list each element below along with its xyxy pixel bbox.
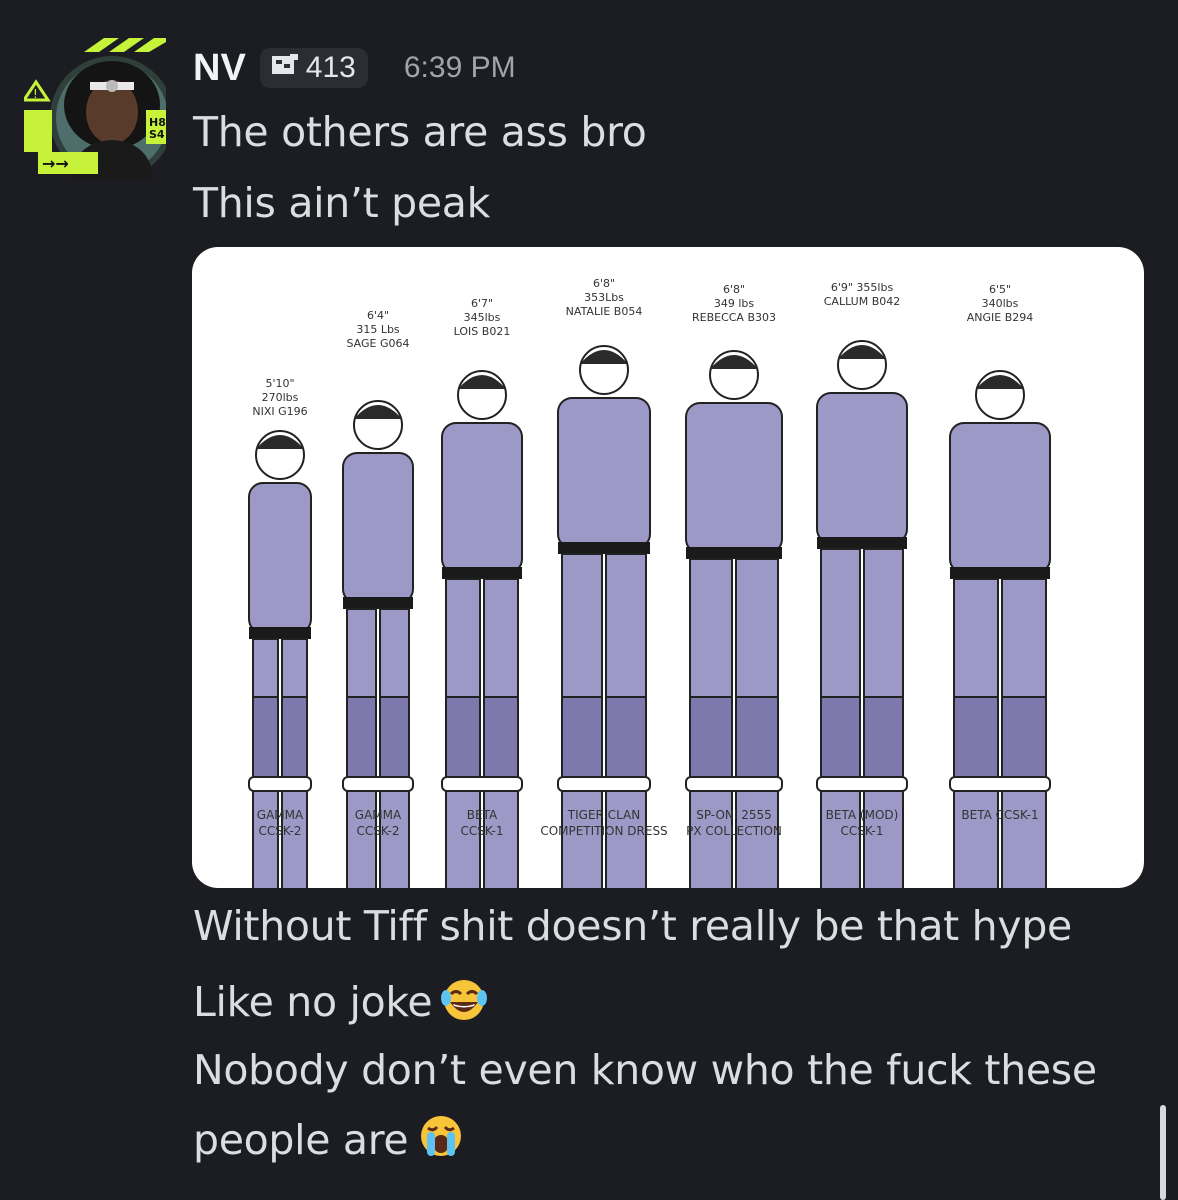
message-line-with-emoji: Like no joke [193, 978, 488, 1029]
server-tag[interactable]: 413 [259, 48, 368, 88]
tag-count: 413 [305, 51, 356, 84]
character-stat-label: 340lbs [982, 297, 1019, 310]
character-stat-label: 353Lbs [584, 291, 624, 304]
outfit-label: SP-ONI 2555 [696, 808, 772, 822]
character-stat-label: 349 lbs [714, 297, 755, 310]
svg-text:S4: S4 [149, 128, 165, 141]
outfit-label: PX COLLECTION [686, 824, 782, 838]
character-stat-label: 345lbs [464, 311, 501, 324]
outfit-label: TIGER CLAN [567, 808, 640, 822]
character-stat-label: 6'8" [723, 283, 745, 296]
svg-text:!: ! [33, 87, 38, 101]
character-stat-label: 6'9" 355lbs [831, 281, 894, 294]
message-header: NV 413 6:39 PM [193, 40, 516, 96]
image-attachment[interactable]: 5'10" 270lbs NIXI G196 GAMMA CCSK-2 6'4" 315 L… [192, 247, 1144, 888]
message-timestamp[interactable]: 6:39 PM [404, 51, 516, 85]
character-stat-label: 6'8" [593, 277, 615, 290]
character-stat-label: 315 Lbs [356, 323, 400, 336]
sob-emoji-icon [416, 1114, 466, 1167]
message-text: people are [193, 1116, 409, 1164]
character-stat-label: NATALIE B054 [566, 305, 643, 318]
svg-text:→→: →→ [42, 154, 69, 173]
message-line: This ain’t peak [193, 179, 491, 227]
character-stat-label: 270lbs [262, 391, 299, 404]
character-stat-label: ANGIE B294 [967, 311, 1034, 324]
tag-icon [270, 52, 300, 84]
character-stat-label: 5'10" [265, 377, 294, 390]
scrollbar[interactable] [1160, 1105, 1166, 1200]
character-stat-label: 6'5" [989, 283, 1011, 296]
message-line-with-emoji: people are [193, 1114, 466, 1167]
message-text: Like no joke [193, 978, 433, 1026]
outfit-label: CCSK-2 [357, 824, 400, 838]
author-name[interactable]: NV [193, 47, 246, 90]
joy-emoji-icon [440, 978, 488, 1029]
outfit-label: GAMMA [257, 808, 304, 822]
character-figure [816, 340, 908, 888]
message-line: Without Tiff shit doesn’t really be that… [193, 902, 1072, 950]
outfit-label: COMPETITION DRESS [540, 824, 667, 838]
character-stat-label: 6'7" [471, 297, 493, 310]
outfit-label: CCSK-1 [841, 824, 884, 838]
outfit-label: CCSK-1 [461, 824, 504, 838]
outfit-label: BETA CCSK-1 [961, 808, 1038, 822]
character-stat-label: NIXI G196 [252, 405, 307, 418]
outfit-label: GAMMA [355, 808, 402, 822]
character-stat-label: LOIS B021 [454, 325, 511, 338]
user-avatar[interactable]: →→ ! H8 S4 [21, 30, 174, 180]
character-stat-label: REBECCA B303 [692, 311, 776, 324]
character-stat-label: CALLUM B042 [824, 295, 901, 308]
character-stat-label: SAGE G064 [346, 337, 409, 350]
outfit-label: BETA [467, 808, 498, 822]
outfit-label: BETA (MOD) [826, 808, 899, 822]
character-stat-label: 6'4" [367, 309, 389, 322]
outfit-label: CCSK-2 [259, 824, 302, 838]
message-line: The others are ass bro [193, 108, 647, 156]
message-line: Nobody don’t even know who the fuck thes… [193, 1046, 1097, 1094]
character-figure [557, 345, 651, 888]
